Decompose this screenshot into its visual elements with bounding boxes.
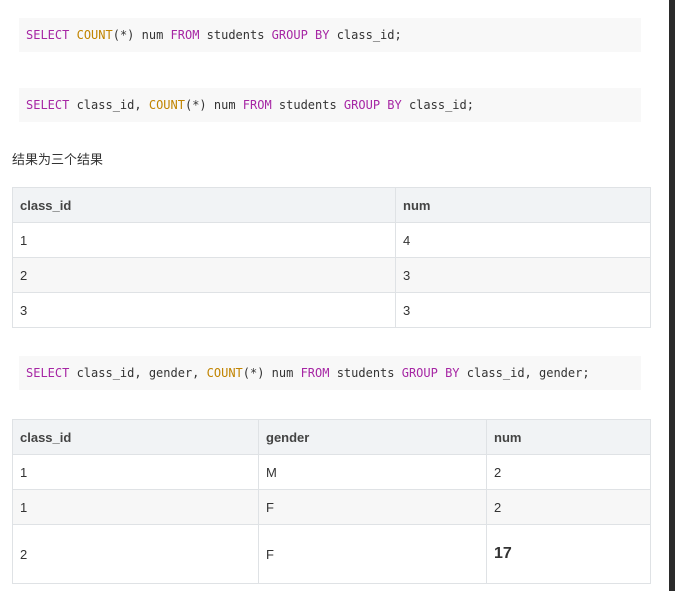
sql-keyword: FROM [242,98,272,112]
table-cell: F [258,489,487,525]
table-cell: 3 [395,257,651,293]
sql-keyword: SELECT [26,98,70,112]
sql-text: students [271,98,344,112]
table-row: 1 M 2 [12,454,651,490]
sql-keyword: BY [387,98,402,112]
table-cell: 1 [12,454,259,490]
table-row: 3 3 [12,292,651,328]
sql-keyword: BY [445,366,460,380]
sql-function: COUNT [76,28,113,42]
column-header-num: num [486,419,651,455]
sql-keyword: GROUP [401,366,438,380]
column-header-num: num [395,187,651,223]
table-cell-highlighted: 17 [486,524,651,584]
sql-text: class_id, [69,98,149,112]
result-table-class-gender-count: class_id gender num 1 M 2 1 F 2 2 F 17 [12,419,651,584]
code-block-group-by-class: SELECT COUNT(*) num FROM students GROUP … [19,18,641,52]
sql-text: class_id, gender; [459,366,590,380]
code-block-select-class-count: SELECT class_id, COUNT(*) num FROM stude… [19,88,641,122]
table-cell: 2 [12,524,259,584]
sql-text: students [199,28,272,42]
sql-keyword: GROUP [271,28,308,42]
table-row: 1 F 2 [12,489,651,525]
sql-keyword: FROM [300,366,330,380]
table-cell: 2 [486,489,651,525]
table-cell: 2 [486,454,651,490]
sql-text: class_id; [329,28,402,42]
sql-text: (*) num [242,366,301,380]
sql-text: (*) num [112,28,171,42]
sql-keyword: GROUP [343,98,381,112]
sql-text: class_id; [401,98,474,112]
table-cell: F [258,524,487,584]
code-block-group-by-class-gender: SELECT class_id, gender, COUNT(*) num FR… [19,356,641,390]
sql-keyword: FROM [170,28,200,42]
column-header-gender: gender [258,419,487,455]
table-cell: 3 [395,292,651,328]
table-cell: 3 [12,292,396,328]
result-description: 结果为三个结果 [12,153,104,168]
window-edge [669,0,675,591]
sql-keyword: SELECT [26,366,70,380]
table-cell: 1 [12,489,259,525]
table-row: 1 4 [12,222,651,258]
table-cell: 1 [12,222,396,258]
column-header-class-id: class_id [12,419,259,455]
sql-keyword: SELECT [26,28,70,42]
column-header-class-id: class_id [12,187,396,223]
sql-text: (*) num [184,98,243,112]
result-table-class-count: class_id num 1 4 2 3 3 3 [12,187,651,328]
table-row: 2 3 [12,257,651,293]
sql-function: COUNT [206,366,243,380]
table-cell: M [258,454,487,490]
table-cell: 2 [12,257,396,293]
table-cell: 4 [395,222,651,258]
sql-function: COUNT [148,98,185,112]
sql-keyword: BY [315,28,330,42]
sql-text: class_id, gender, [69,366,207,380]
table-row: 2 F 17 [12,524,651,584]
sql-text: students [329,366,402,380]
